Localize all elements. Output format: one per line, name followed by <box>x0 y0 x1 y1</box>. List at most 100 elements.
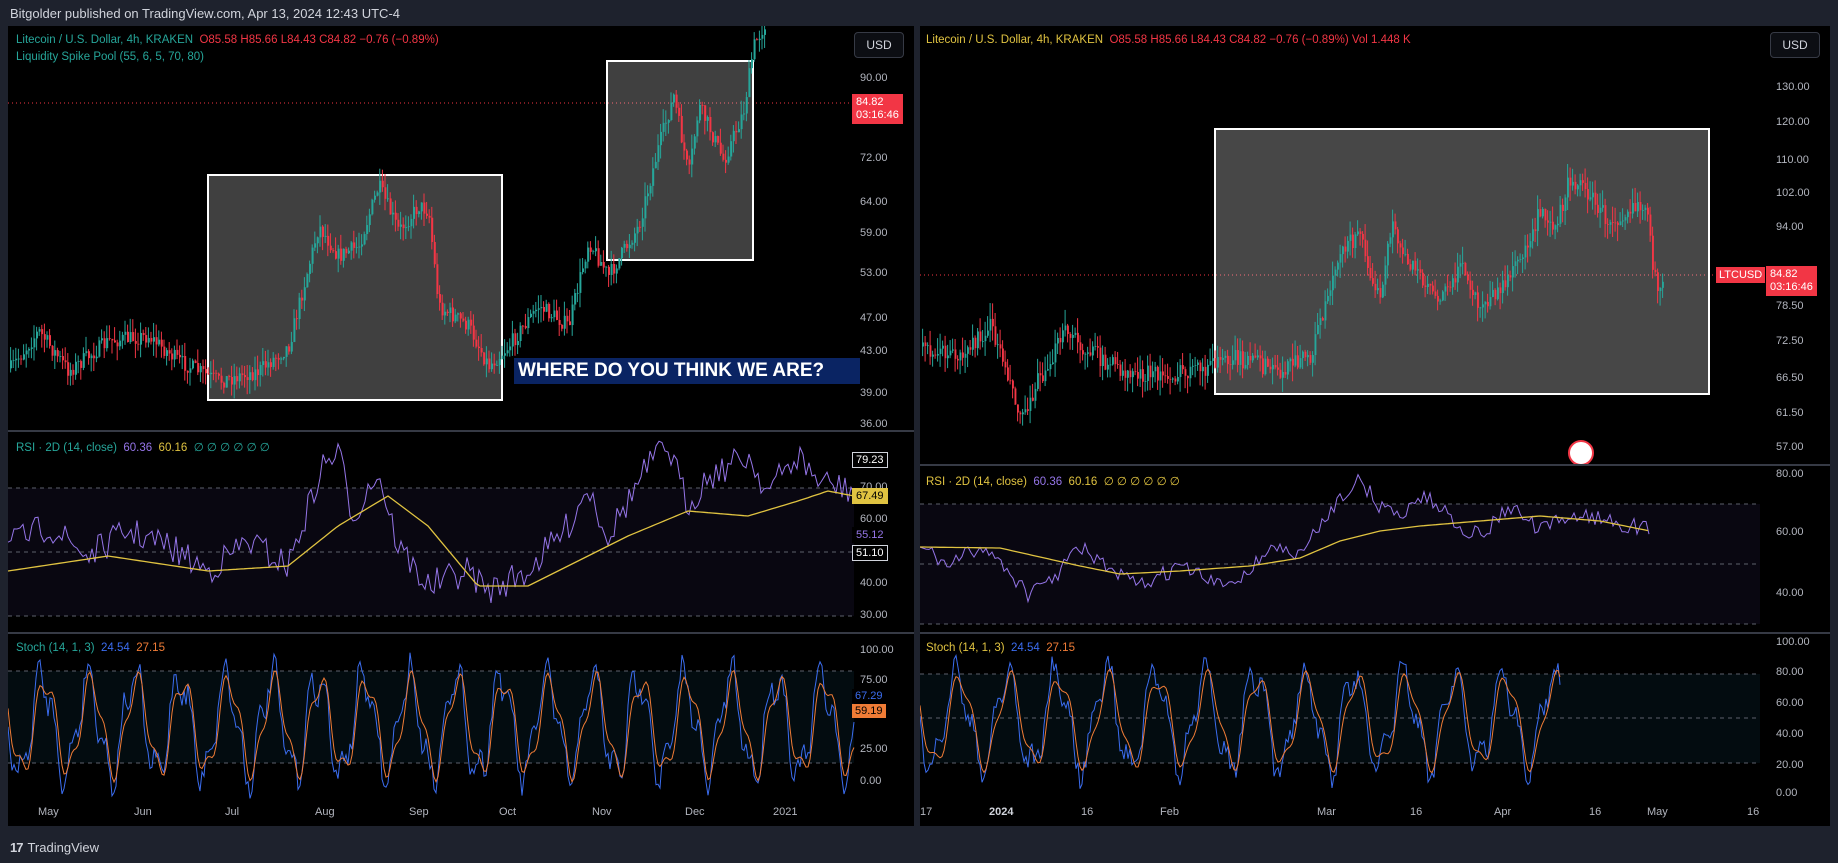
left-candle-body-213 <box>563 315 566 329</box>
right-candle-body-138 <box>1267 358 1269 367</box>
right-candle-body-243 <box>1529 241 1532 248</box>
left-candle-body-252 <box>665 122 668 124</box>
right-candle-body-8 <box>942 345 944 349</box>
tradingview-logo[interactable]: 17 TradingView <box>10 840 99 855</box>
us-flag-icon[interactable] <box>1568 440 1594 466</box>
right-candle-body-131 <box>1249 355 1252 361</box>
left-candle-body-227 <box>600 262 603 266</box>
left-candle-body-149 <box>397 219 400 227</box>
left-candle-body-2 <box>15 358 18 361</box>
left-candle-body-28 <box>82 353 85 368</box>
right-pane-separator-2[interactable] <box>920 632 1830 634</box>
right-stoch-title[interactable]: Stoch (14, 1, 3) <box>926 642 1005 654</box>
left-candle-body-217 <box>574 293 577 305</box>
annotation-banner[interactable]: WHERE DO YOU THINK WE ARE? <box>514 358 860 384</box>
right-chart-panel[interactable]: Litecoin / U.S. Dollar, 4h, KRAKEN O85.5… <box>920 26 1830 826</box>
right-price-scale-label-7: 66.50 <box>1776 372 1804 384</box>
right-currency-button[interactable]: USD <box>1770 32 1820 58</box>
left-candle-body-277 <box>730 141 733 157</box>
left-last-price: 84.82 <box>856 96 884 108</box>
left-candle-body-272 <box>717 136 720 143</box>
right-candle-body-218 <box>1467 275 1469 281</box>
left-candle-body-233 <box>615 268 618 274</box>
left-candle-body-31 <box>90 355 93 359</box>
right-candle-body-3 <box>929 345 932 357</box>
left-candle-body-259 <box>683 142 686 151</box>
right-candle-body-184 <box>1382 284 1384 298</box>
right-candle-body-77 <box>1114 357 1117 365</box>
left-candle-body-11 <box>38 329 41 332</box>
right-candle-body-150 <box>1297 355 1299 368</box>
left-candle-body-58 <box>160 339 163 347</box>
left-candle-body-192 <box>509 346 512 351</box>
left-candle-body-284 <box>748 68 751 98</box>
left-candle-body-232 <box>613 263 616 274</box>
right-symbol-legend: Litecoin / U.S. Dollar, 4h, KRAKEN O85.5… <box>926 34 1411 46</box>
left-candle-body-270 <box>712 132 714 143</box>
left-candle-body-47 <box>132 332 135 341</box>
left-candle-body-180 <box>478 346 480 348</box>
right-candle-body-271 <box>1599 207 1602 213</box>
right-rsi-na: ∅ ∅ ∅ ∅ ∅ ∅ <box>1103 476 1180 488</box>
right-candle-body-210 <box>1447 286 1449 288</box>
left-candle-body-1 <box>12 360 15 362</box>
right-candle-body-159 <box>1319 318 1322 326</box>
left-price-scale-label-6: 47.00 <box>860 312 888 324</box>
left-indicator-legend[interactable]: Liquidity Spike Pool (55, 6, 5, 70, 80) <box>16 51 204 63</box>
right-candle-body-118 <box>1217 357 1219 368</box>
right-chart-canvas[interactable] <box>920 26 1830 826</box>
left-chart-panel[interactable]: Litecoin / U.S. Dollar, 4h, KRAKEN O85.5… <box>8 26 914 826</box>
right-price-scale-label-6: 72.50 <box>1776 335 1804 347</box>
right-countdown: 03:16:46 <box>1770 281 1813 293</box>
left-candle-body-223 <box>589 247 592 252</box>
left-candle-body-203 <box>537 308 540 310</box>
left-price-scale-label-8: 39.00 <box>860 387 888 399</box>
right-candle-body-247 <box>1539 209 1542 217</box>
right-candle-body-249 <box>1544 208 1547 221</box>
left-candle-body-156 <box>415 206 418 215</box>
left-candle-body-204 <box>540 306 543 309</box>
left-candle-body-72 <box>197 363 200 373</box>
left-candle-body-85 <box>231 377 233 385</box>
right-candle-body-2 <box>927 345 929 347</box>
right-pane-separator-1[interactable] <box>920 464 1830 466</box>
left-candle-body-75 <box>205 369 207 374</box>
left-rsi-tag-1: 79.23 <box>852 452 888 468</box>
left-rsi-tag-4: 51.10 <box>852 545 888 561</box>
left-stoch-title[interactable]: Stoch (14, 1, 3) <box>16 642 95 654</box>
right-candle-body-259 <box>1569 177 1572 186</box>
left-candle-body-174 <box>462 318 465 321</box>
left-symbol-title[interactable]: Litecoin / U.S. Dollar, 4h, KRAKEN <box>16 34 193 46</box>
left-candle-body-121 <box>324 235 327 237</box>
right-rsi-title[interactable]: RSI · 2D (14, close) <box>926 476 1027 488</box>
left-chart-canvas[interactable] <box>8 26 914 826</box>
right-symbol-title[interactable]: Litecoin / U.S. Dollar, 4h, KRAKEN <box>926 34 1103 46</box>
left-rsi-title[interactable]: RSI · 2D (14, close) <box>16 442 117 454</box>
left-candle-body-74 <box>202 366 205 370</box>
right-candle-body-90 <box>1147 365 1149 382</box>
right-candle-body-180 <box>1372 278 1374 284</box>
left-candle-body-234 <box>618 258 621 269</box>
left-candle-body-105 <box>283 356 285 359</box>
left-stoch-scale-label-3: 0.00 <box>860 775 882 787</box>
left-candle-body-169 <box>449 307 452 314</box>
right-candle-body-108 <box>1192 365 1194 367</box>
left-pane-separator-2[interactable] <box>8 632 914 634</box>
left-pane-separator-1[interactable] <box>8 430 914 432</box>
left-candle-body-64 <box>176 349 179 355</box>
right-rsi-scale-label-0: 80.00 <box>1776 468 1804 480</box>
left-range-box-2 <box>606 60 754 261</box>
left-low: L84.43 <box>280 34 316 46</box>
right-symbol-tag: LTCUSD <box>1716 267 1766 283</box>
left-currency-button[interactable]: USD <box>854 32 904 58</box>
left-candle-body-6 <box>25 350 28 355</box>
right-stoch-scale-label-2: 60.00 <box>1776 697 1804 709</box>
left-candle-body-184 <box>488 358 491 370</box>
right-candle-body-268 <box>1592 192 1594 198</box>
right-candle-body-132 <box>1252 355 1254 361</box>
right-candle-body-147 <box>1289 358 1292 362</box>
right-time-label-3: Feb <box>1160 806 1179 818</box>
left-candle-body-240 <box>634 233 636 243</box>
right-candle-body-76 <box>1112 357 1114 365</box>
left-candle-body-56 <box>155 337 158 345</box>
